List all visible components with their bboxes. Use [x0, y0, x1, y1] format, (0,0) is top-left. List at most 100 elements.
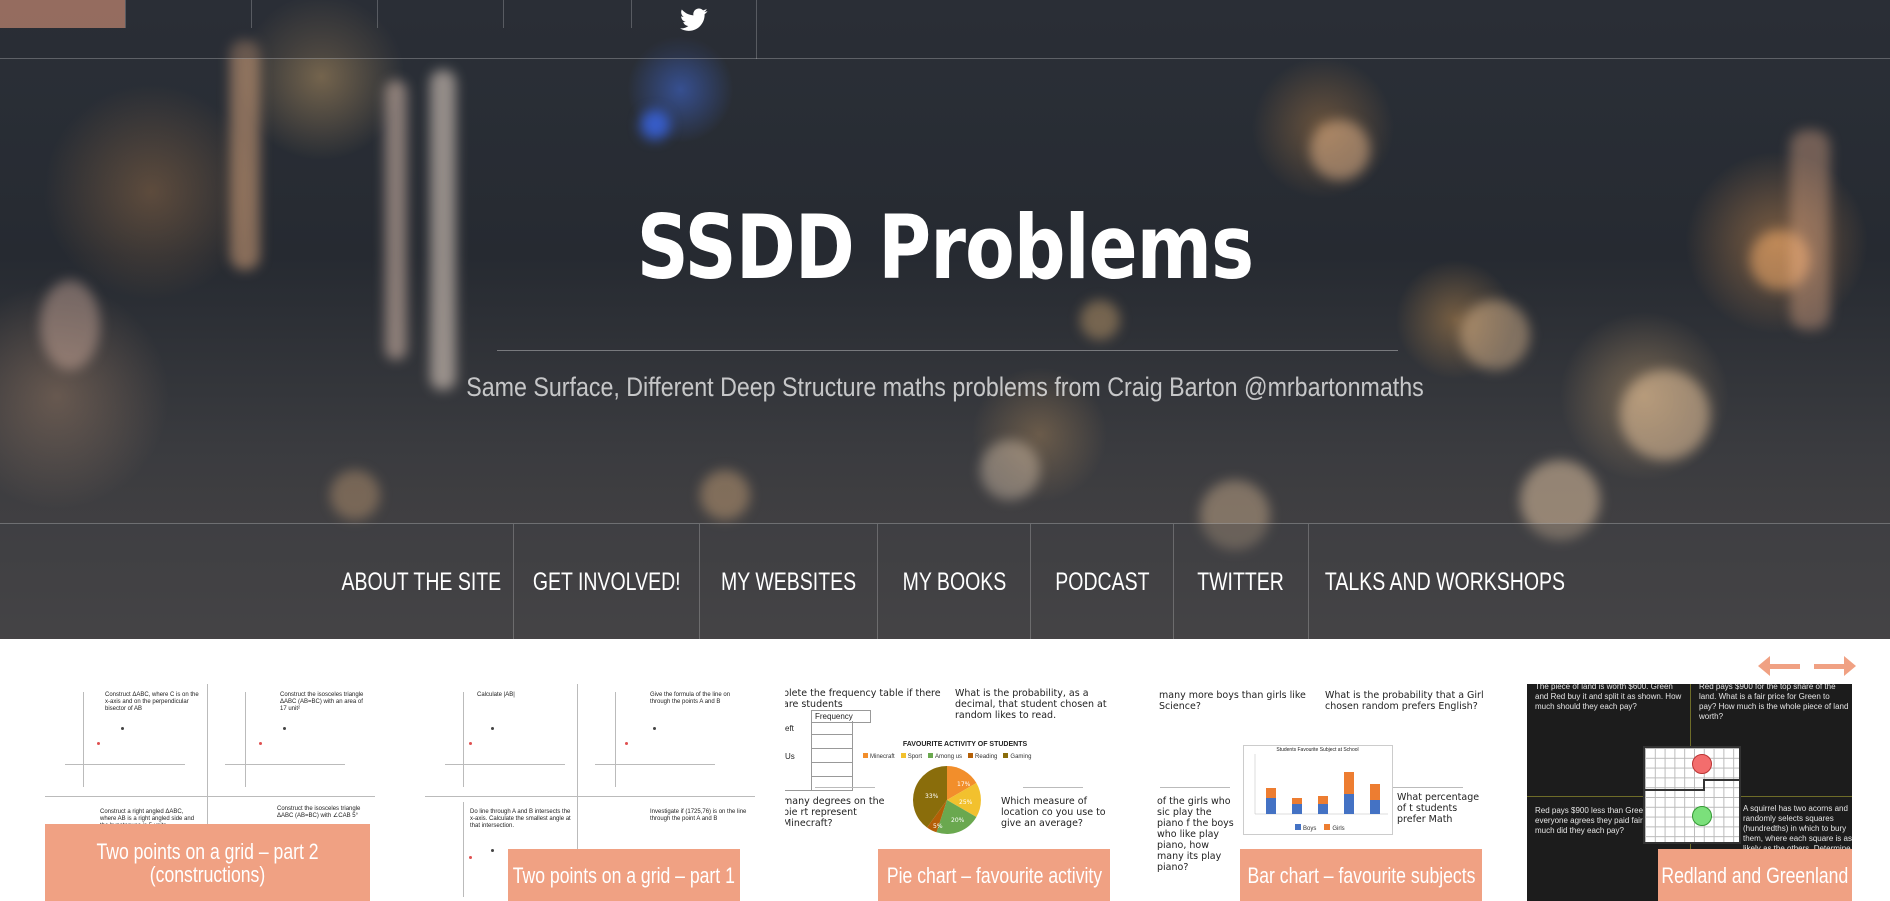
- slider-card[interactable]: The piece of land is worth $600. Green a…: [1527, 684, 1852, 901]
- legend-item: Minecraft: [863, 753, 895, 760]
- point-b: [653, 727, 656, 730]
- problem-text: plete the frequency table if there are s…: [785, 688, 941, 710]
- axis-line: [245, 692, 246, 787]
- land-boundary: [1703, 779, 1741, 781]
- bar: [1344, 794, 1354, 814]
- slider-card[interactable]: Construct ΔABC, where C is on the x-axis…: [45, 684, 375, 901]
- problem-text: of the girls who sic play the piano f th…: [1157, 796, 1234, 873]
- bar: [1344, 772, 1354, 794]
- bokeh-light: [640, 110, 670, 140]
- grid-divider: [1160, 787, 1230, 788]
- point-b: [491, 849, 494, 852]
- main-nav: About the site Get involved! My websites…: [0, 523, 1890, 639]
- problem-text: What is the probability that a Girl chos…: [1325, 690, 1484, 712]
- problem-text: What percentage of t students prefer Mat…: [1397, 792, 1480, 825]
- legend-item: Sport: [900, 753, 922, 760]
- card-title[interactable]: Two points on a grid – part 1: [508, 849, 740, 901]
- twitter-link[interactable]: [632, 0, 757, 59]
- axis-line: [445, 764, 565, 765]
- nav-item-label: About the site: [341, 567, 502, 596]
- chart-title: Students Favourite Subject at School: [1276, 747, 1359, 753]
- axis-line: [225, 764, 345, 765]
- land-boundary: [1645, 789, 1705, 791]
- problem-text: Which measure of location co you use to …: [1001, 796, 1106, 829]
- bar: [1370, 784, 1380, 800]
- nav-item-label: My websites: [720, 567, 857, 596]
- nav-item-label: My books: [902, 567, 1006, 596]
- nav-item-talks-workshops[interactable]: Talks and Workshops: [1309, 524, 1581, 639]
- social-slot[interactable]: [126, 0, 252, 28]
- axis-line: [65, 764, 185, 765]
- bokeh-light: [700, 470, 750, 520]
- bokeh-light: [1080, 300, 1120, 340]
- grid-divider: [425, 796, 755, 797]
- legend-item: Girls: [1324, 824, 1345, 832]
- grid-divider: [45, 796, 375, 797]
- card-title-text: Bar chart – favourite subjects: [1247, 862, 1475, 888]
- card-title-text: Two points on a grid – part 1: [512, 862, 736, 888]
- problem-text: What is the probability, as a decimal, t…: [955, 688, 1107, 721]
- problem-text: many more boys than girls like Science?: [1159, 690, 1306, 712]
- chart-title: FAVOURITE ACTIVITY OF STUDENTS: [902, 741, 1028, 748]
- slice-label: 20%: [951, 817, 965, 824]
- nav-item-label: Podcast: [1054, 567, 1150, 596]
- slice-label: 17%: [957, 781, 971, 788]
- arrow-right-icon[interactable]: [1812, 652, 1856, 680]
- point-a: [625, 742, 628, 745]
- bar-chart: [1254, 754, 1388, 815]
- frequency-table-col: [811, 721, 853, 791]
- bar: [1370, 800, 1380, 814]
- problem-text: A squirrel has two acorns and randomly s…: [1743, 804, 1852, 853]
- pie-legend: Minecraft Sport Among us Reading Gaming: [863, 753, 1063, 760]
- bar: [1318, 796, 1328, 804]
- title-divider: [497, 350, 1398, 351]
- table-row-label: eft: [785, 724, 794, 733]
- red-face-icon: [1692, 754, 1712, 774]
- site-title[interactable]: SSDD Problems: [170, 196, 1720, 299]
- card-title[interactable]: Two points on a grid – part 2 (construct…: [45, 824, 370, 901]
- problem-text: many degrees on the pie rt represent Min…: [785, 796, 885, 829]
- nav-item-my-books[interactable]: My books: [878, 524, 1030, 639]
- axis-line: [595, 764, 715, 765]
- problem-text: The piece of land is worth $600. Green a…: [1535, 684, 1682, 711]
- problem-text: Red pays $900 for the top share of the l…: [1699, 684, 1849, 721]
- nav-item-my-websites[interactable]: My websites: [700, 524, 877, 639]
- social-slot[interactable]: [504, 0, 632, 28]
- nav-item-twitter[interactable]: Twitter: [1174, 524, 1308, 639]
- nav-item-podcast[interactable]: Podcast: [1031, 524, 1173, 639]
- bar: [1292, 798, 1302, 804]
- slider-card[interactable]: many more boys than girls like Science? …: [1155, 684, 1485, 901]
- legend-item: Among us: [928, 753, 962, 760]
- site-tagline: Same Surface, Different Deep Structure m…: [466, 372, 1424, 402]
- problem-text: Construct the isosceles triangle ΔABC (A…: [280, 692, 364, 712]
- nav-item-label: Get involved!: [532, 567, 681, 596]
- bokeh-light: [1310, 120, 1370, 180]
- slider-card[interactable]: plete the frequency table if there are s…: [785, 684, 1115, 901]
- card-title[interactable]: Bar chart – favourite subjects: [1240, 849, 1482, 901]
- legend-item: Gaming: [1003, 753, 1031, 760]
- slider-card[interactable]: Calculate |AB| Give the formula of the l…: [425, 684, 755, 901]
- social-slot[interactable]: [378, 0, 504, 28]
- nav-item-about[interactable]: About the site: [330, 524, 513, 639]
- point-b: [283, 727, 286, 730]
- point-a: [469, 742, 472, 745]
- bar: [1266, 788, 1276, 798]
- card-title[interactable]: Redland and Greenland: [1658, 849, 1852, 901]
- card-title[interactable]: Pie chart – favourite activity: [878, 849, 1110, 901]
- bar: [1318, 804, 1328, 814]
- social-slot[interactable]: [252, 0, 378, 28]
- twitter-icon: [680, 8, 708, 31]
- point-a: [97, 742, 100, 745]
- nav-item-label: Twitter: [1197, 567, 1285, 596]
- social-slot[interactable]: [0, 0, 126, 28]
- slider-controls: [1758, 652, 1856, 680]
- grid-divider: [1393, 787, 1463, 788]
- table-row-label: Us: [785, 752, 795, 761]
- bar: [1292, 804, 1302, 814]
- arrow-left-icon[interactable]: [1758, 652, 1802, 680]
- bar-legend: Boys Girls: [1295, 824, 1345, 832]
- green-face-icon: [1692, 806, 1712, 826]
- card-title-text: Redland and Greenland: [1661, 862, 1849, 888]
- nav-item-get-involved[interactable]: Get involved!: [514, 524, 699, 639]
- bokeh-light: [40, 280, 100, 370]
